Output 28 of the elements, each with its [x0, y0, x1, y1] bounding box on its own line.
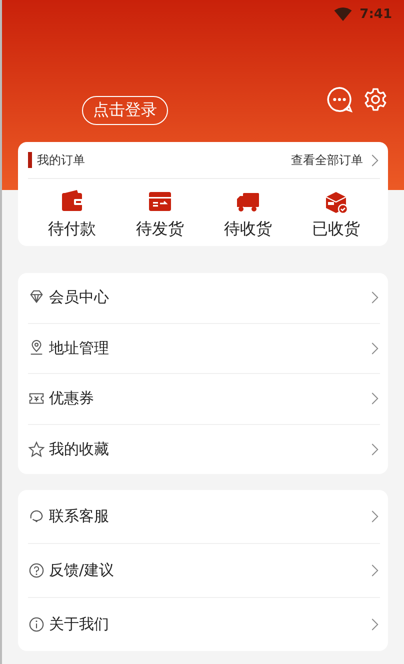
chevron-icon	[369, 508, 380, 525]
menu-item[interactable]: 优惠券	[28, 374, 380, 424]
section-title: 我的订单	[37, 152, 85, 168]
order-status-button[interactable]: 待付款	[28, 189, 116, 240]
package-icon	[323, 189, 349, 215]
location-icon	[28, 340, 45, 357]
order-status-button[interactable]: 待发货	[116, 189, 204, 240]
chevron-icon	[369, 616, 380, 633]
settings-icon	[363, 87, 388, 112]
status-time: 7:41	[360, 6, 392, 22]
menu-item[interactable]: 地址管理	[28, 324, 380, 374]
menu-item[interactable]: 我的收藏	[28, 424, 380, 474]
menu-item[interactable]: 会员中心	[28, 273, 380, 324]
question-icon	[28, 562, 45, 579]
menu-item[interactable]: 关于我们	[28, 598, 380, 651]
menu-item[interactable]: 联系客服	[28, 490, 380, 544]
chevron-icon	[369, 152, 380, 168]
order-status-button[interactable]: 已收货	[292, 189, 380, 240]
title-bar	[28, 152, 32, 168]
chevron-icon	[369, 562, 380, 579]
order-status-button[interactable]: 待收货	[204, 189, 292, 240]
info-icon	[28, 616, 45, 633]
message-icon	[326, 86, 353, 113]
view-all-link[interactable]: 查看全部订单	[291, 152, 363, 168]
menu-item[interactable]: 反馈/建议	[28, 544, 380, 598]
login-button[interactable]: 点击登录	[82, 96, 168, 125]
wifi-icon	[334, 7, 352, 21]
star-icon	[28, 440, 45, 458]
